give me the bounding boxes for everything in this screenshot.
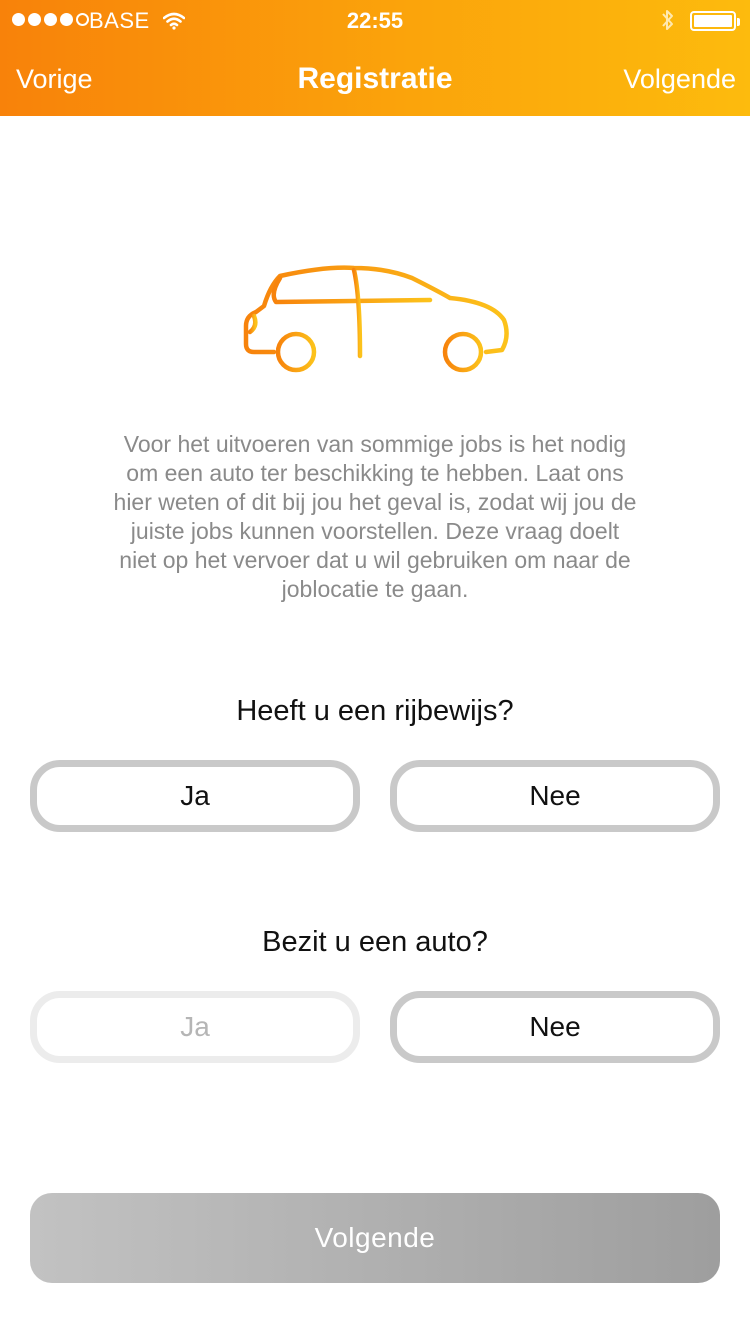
header: BASE 22:55 Vorige Registratie Volgende — [0, 0, 750, 116]
car-icon — [236, 256, 516, 386]
status-bar: BASE 22:55 — [0, 0, 750, 40]
drivers-license-yes-button[interactable]: Ja — [30, 760, 360, 832]
own-car-yes-button[interactable]: Ja — [30, 991, 360, 1063]
clock: 22:55 — [346, 8, 404, 33]
drivers-license-no-button[interactable]: Nee — [390, 760, 720, 832]
own-car-no-button[interactable]: Nee — [390, 991, 720, 1063]
description-text: Voor het uitvoeren van sommige jobs is h… — [113, 431, 637, 602]
next-button[interactable]: Volgende — [30, 1193, 720, 1283]
battery-tip — [737, 18, 740, 26]
question-drivers-license: Heeft u een rijbewijs? — [236, 695, 514, 727]
battery-fill — [694, 15, 732, 27]
registration-screen: BASE 22:55 Vorige Registratie Volgende V… — [0, 0, 750, 1334]
battery-icon — [690, 11, 740, 31]
question-own-car: Bezit u een auto? — [262, 926, 488, 958]
navigation-bar: Vorige Registratie Volgende — [0, 40, 750, 116]
bluetooth-icon — [660, 8, 676, 38]
next-nav-button[interactable]: Volgende — [623, 64, 736, 95]
